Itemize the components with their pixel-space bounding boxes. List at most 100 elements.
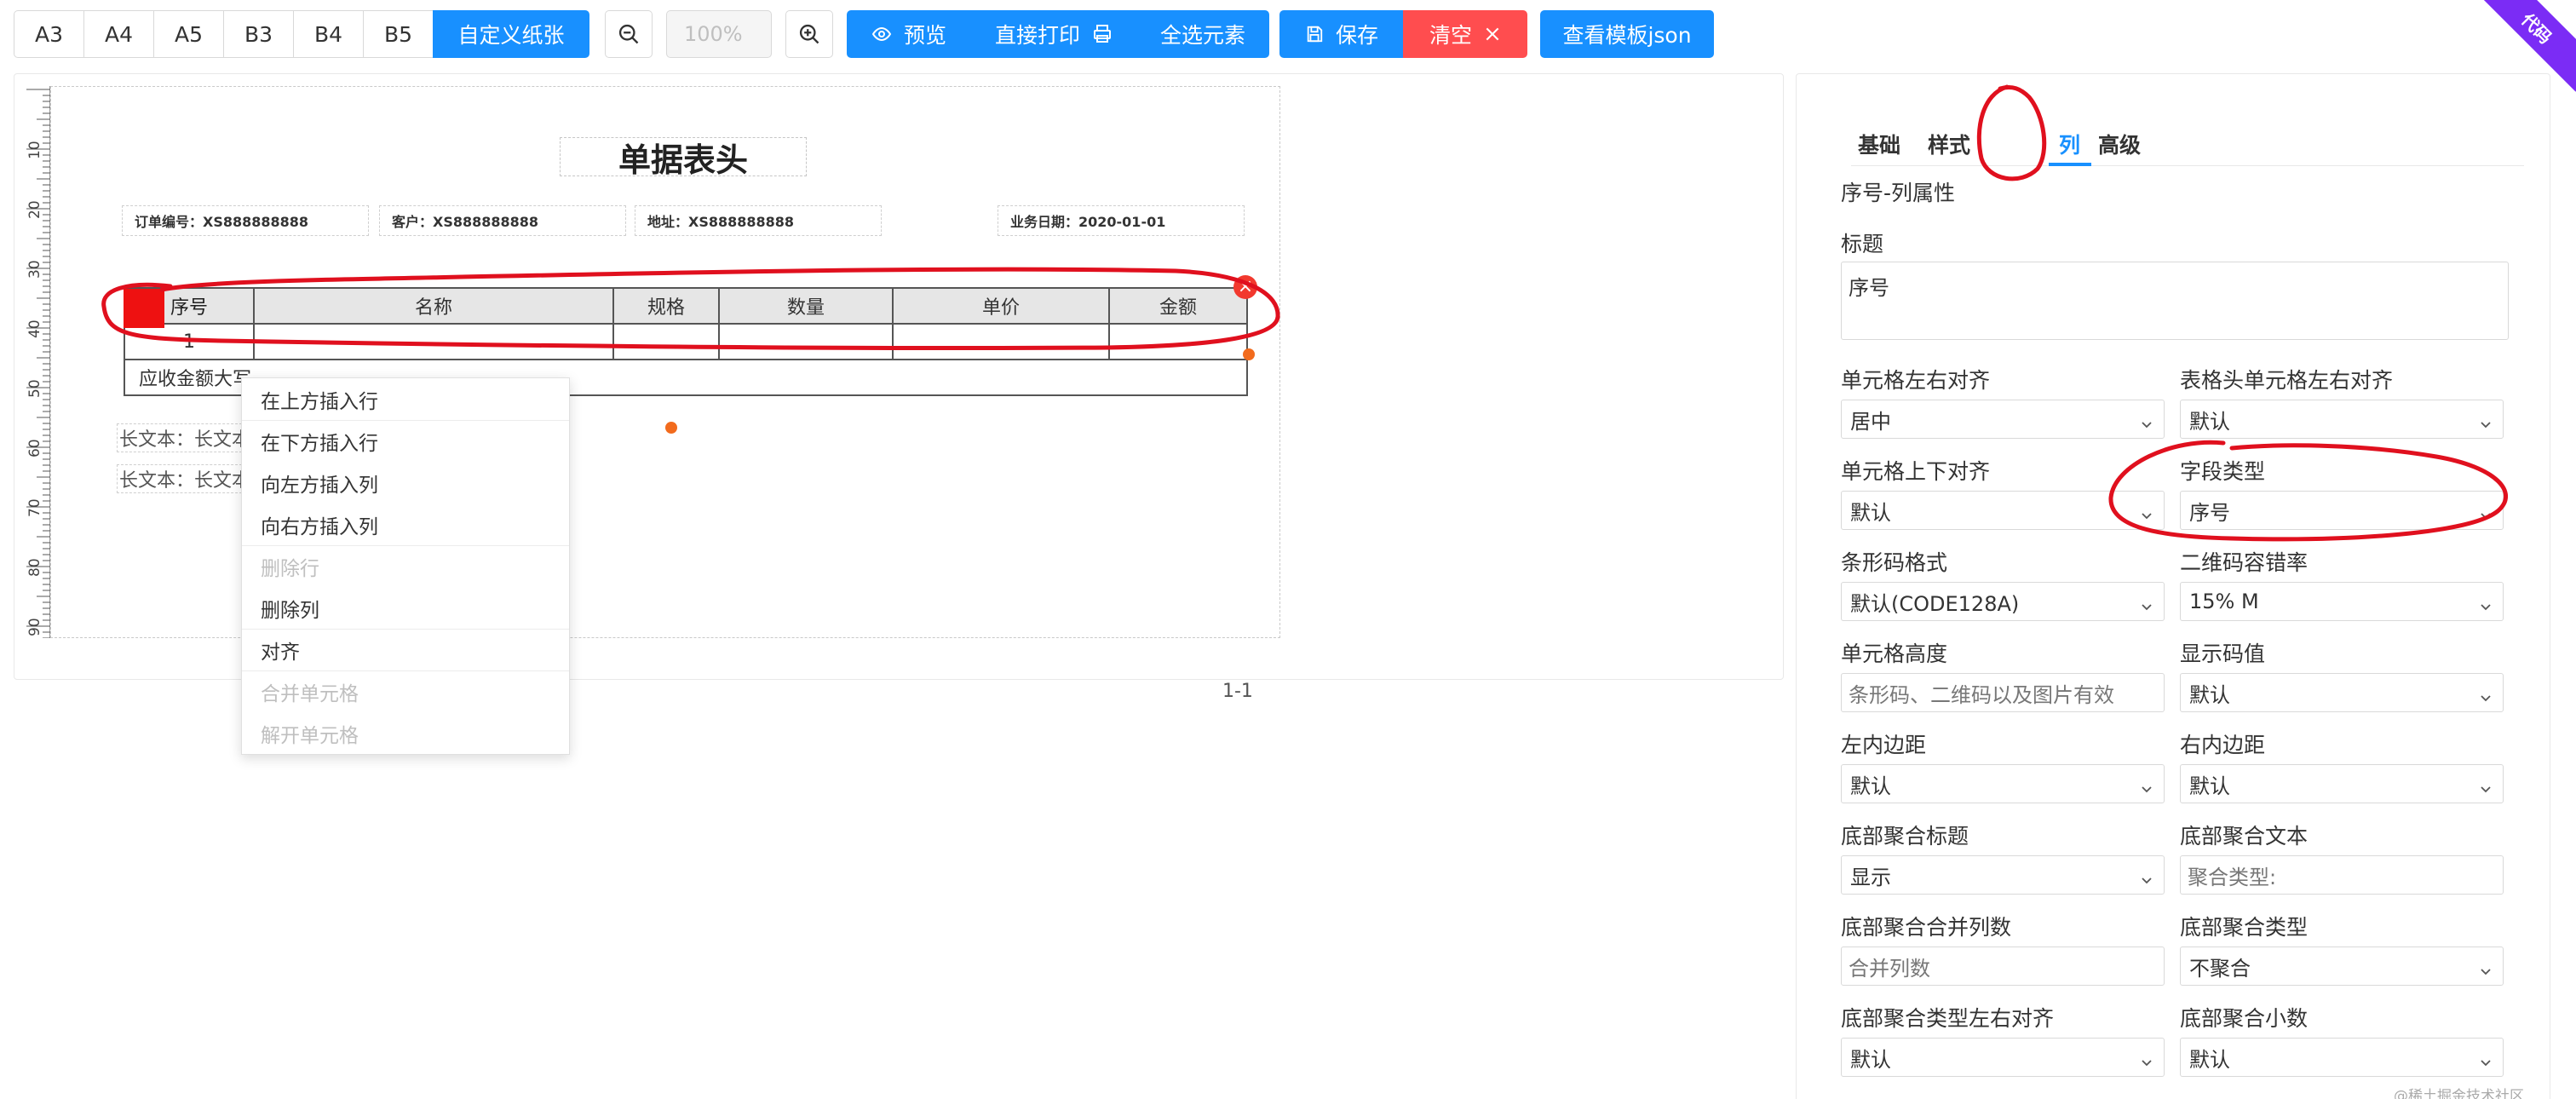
- template-title-element[interactable]: 单据表头: [560, 137, 807, 179]
- header-h-align-select[interactable]: 默认: [2180, 400, 2504, 439]
- eye-icon: [871, 24, 892, 44]
- header-h-align-label: 表格头单元格左右对齐: [2180, 368, 2394, 393]
- paper-a4-button[interactable]: A4: [83, 10, 154, 58]
- ruler-number: 70: [26, 498, 43, 517]
- ruler-number: 80: [26, 558, 43, 577]
- select-all-button[interactable]: 全选元素: [1136, 10, 1269, 58]
- cell-h-align-label: 单元格左右对齐: [1841, 368, 1991, 393]
- resize-handle[interactable]: [1243, 348, 1255, 360]
- paper-b4-button[interactable]: B4: [293, 10, 364, 58]
- remove-table-icon[interactable]: ×: [1233, 275, 1257, 299]
- zoom-out-icon: [618, 24, 639, 44]
- long-text-element[interactable]: 长文本：长文本: [117, 423, 246, 452]
- table-header-cell-spec[interactable]: 规格: [612, 287, 720, 325]
- table-cell[interactable]: [892, 323, 1110, 360]
- ruler-number: 10: [26, 141, 43, 159]
- vertical-ruler: 10 20 30 40 50 60 70 80 90: [25, 86, 50, 638]
- table-header-cell-amount[interactable]: 金额: [1108, 287, 1248, 325]
- table-header-row: 序号 名称 规格 数量 单价 金额: [124, 287, 1248, 325]
- field-type-select[interactable]: 序号: [2180, 491, 2504, 530]
- active-tab-indicator: [2049, 163, 2091, 166]
- clear-label: 清空: [1429, 23, 1472, 48]
- save-label: 保存: [1335, 23, 1378, 48]
- long-text-element[interactable]: 长文本：长文本: [117, 464, 246, 493]
- business-date-field[interactable]: 业务日期：2020-01-01: [998, 205, 1245, 236]
- footer-type-select[interactable]: 不聚合: [2180, 947, 2504, 986]
- ruler-number: 60: [26, 439, 43, 457]
- show-code-select[interactable]: 默认: [2180, 673, 2504, 712]
- footer-type-value: 不聚合: [2189, 956, 2251, 981]
- context-menu-item[interactable]: 在下方插入行: [242, 420, 569, 462]
- context-menu-item: 删除行: [242, 545, 569, 587]
- save-button[interactable]: 保存: [1279, 10, 1404, 58]
- chevron-down-icon: [2140, 595, 2153, 611]
- footer-title-label: 底部聚合标题: [1841, 824, 1969, 849]
- zoom-level-input[interactable]: 100%: [666, 10, 772, 58]
- padding-left-value: 默认: [1850, 774, 1891, 798]
- context-menu-item[interactable]: 向右方插入列: [242, 503, 569, 545]
- page-number: 1-1: [1222, 681, 1253, 702]
- qrcode-level-value: 15% M: [2189, 590, 2259, 613]
- chevron-down-icon: [2140, 503, 2153, 520]
- ruler-number: 50: [26, 379, 43, 398]
- preview-button[interactable]: 预览: [847, 10, 971, 58]
- table-header-cell-quantity[interactable]: 数量: [718, 287, 894, 325]
- tab-basic[interactable]: 基础: [1858, 122, 1900, 166]
- paper-a3-button[interactable]: A3: [14, 10, 84, 58]
- cell-h-align-select[interactable]: 居中: [1841, 400, 2165, 439]
- json-group: 查看模板json: [1540, 10, 1714, 58]
- context-menu-item[interactable]: 在上方插入行: [242, 378, 569, 420]
- address-field[interactable]: 地址：XS888888888: [635, 205, 882, 236]
- chevron-down-icon: [2479, 503, 2493, 520]
- show-code-label: 显示码值: [2180, 642, 2266, 666]
- qrcode-level-select[interactable]: 15% M: [2180, 582, 2504, 621]
- footer-text-input[interactable]: 聚合类型:: [2180, 855, 2504, 895]
- chevron-down-icon: [2479, 1050, 2493, 1067]
- zoom-in-button[interactable]: [785, 10, 833, 58]
- context-menu-item[interactable]: 对齐: [242, 629, 569, 670]
- padding-left-select[interactable]: 默认: [1841, 764, 2165, 803]
- footer-decimals-select[interactable]: 默认: [2180, 1038, 2504, 1077]
- paper-a5-button[interactable]: A5: [153, 10, 224, 58]
- table-cell[interactable]: [1108, 323, 1248, 360]
- footer-colspan-input[interactable]: 合并列数: [1841, 947, 2165, 986]
- title-textarea[interactable]: 序号: [1841, 262, 2509, 340]
- zoom-out-button[interactable]: [605, 10, 653, 58]
- paper-b5-button[interactable]: B5: [363, 10, 434, 58]
- tab-advanced[interactable]: 高级: [2098, 122, 2141, 166]
- footer-type-align-select[interactable]: 默认: [1841, 1038, 2165, 1077]
- context-menu-item[interactable]: 删除列: [242, 587, 569, 629]
- cell-height-input[interactable]: 条形码、二维码以及图片有效: [1841, 673, 2165, 712]
- cell-v-align-label: 单元格上下对齐: [1841, 459, 1991, 484]
- tab-style[interactable]: 样式: [1928, 122, 1970, 166]
- cell-v-align-value: 默认: [1850, 500, 1891, 525]
- table-header-cell-price[interactable]: 单价: [892, 287, 1110, 325]
- cell-v-align-select[interactable]: 默认: [1841, 491, 2165, 530]
- watermark: @稀土掘金技术社区: [2394, 1088, 2524, 1099]
- title-label: 标题: [1841, 232, 1884, 256]
- chevron-down-icon: [2479, 777, 2493, 793]
- padding-left-label: 左内边距: [1841, 733, 1927, 757]
- barcode-format-select[interactable]: 默认(CODE128A): [1841, 582, 2165, 621]
- ruler-number: 40: [26, 319, 43, 338]
- context-menu-item[interactable]: 向左方插入列: [242, 462, 569, 503]
- customer-field[interactable]: 客户：XS888888888: [379, 205, 626, 236]
- custom-paper-button[interactable]: 自定义纸张: [433, 10, 589, 58]
- clear-button[interactable]: 清空: [1403, 10, 1527, 58]
- chevron-down-icon: [2140, 412, 2153, 429]
- view-template-json-button[interactable]: 查看模板json: [1540, 10, 1714, 58]
- table-header-cell-name[interactable]: 名称: [253, 287, 614, 325]
- padding-right-select[interactable]: 默认: [2180, 764, 2504, 803]
- order-number-field[interactable]: 订单编号：XS888888888: [122, 205, 369, 236]
- resize-handle[interactable]: [665, 422, 677, 434]
- barcode-format-value: 默认(CODE128A): [1850, 591, 2020, 616]
- table-cell[interactable]: [612, 323, 720, 360]
- table-cell[interactable]: [253, 323, 614, 360]
- paper-b3-button[interactable]: B3: [223, 10, 294, 58]
- direct-print-button[interactable]: 直接打印: [970, 10, 1137, 58]
- footer-title-select[interactable]: 显示: [1841, 855, 2165, 895]
- table-context-menu: 在上方插入行 在下方插入行 向左方插入列 向右方插入列 删除行 删除列 对齐 合并单元格 解开单…: [241, 377, 570, 755]
- table-cell[interactable]: 1: [124, 323, 255, 360]
- table-cell[interactable]: [718, 323, 894, 360]
- tab-column[interactable]: 列: [2059, 122, 2080, 166]
